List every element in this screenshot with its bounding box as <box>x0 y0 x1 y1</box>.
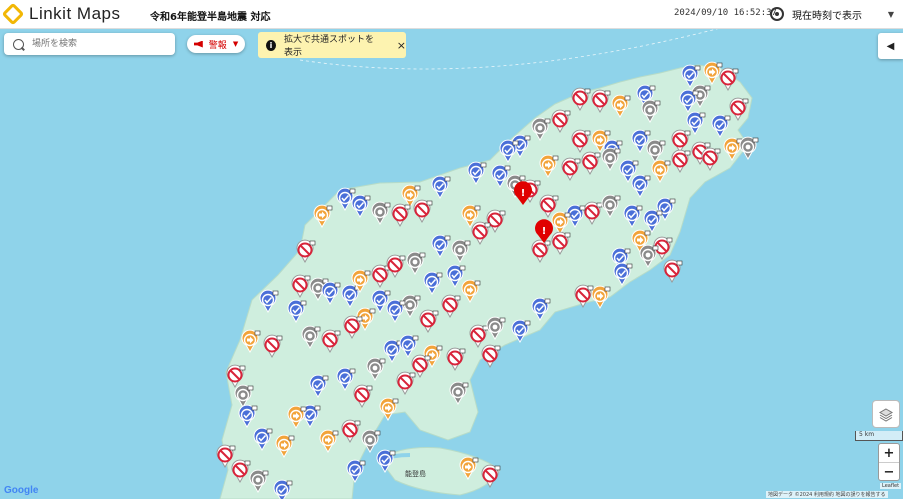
zoom-in-button[interactable]: + <box>879 444 899 463</box>
app-logo[interactable]: Linkit Maps <box>1 2 121 26</box>
event-subtitle: 令和6年能登半島地震 対応 <box>150 12 271 23</box>
zoom-out-button[interactable]: − <box>879 463 899 481</box>
zoom-control: + − <box>878 443 900 481</box>
svg-text:!: ! <box>542 226 547 237</box>
map-attribution[interactable]: 地図データ ©2024 利用規約 地図の誤りを報告する <box>766 491 888 498</box>
zoom-notice: i 拡大で共通スポットを表示 × <box>258 32 406 58</box>
search-icon <box>13 38 24 50</box>
chevron-left-icon: ◀ <box>886 40 895 52</box>
time-select[interactable]: 現在時刻で表示 ▼ <box>770 4 898 24</box>
close-icon[interactable]: × <box>397 39 406 52</box>
top-bar: Linkit Maps 令和6年能登半島地震 対応 2024/09/10 16:… <box>0 0 903 29</box>
caret-down-icon: ▼ <box>232 40 239 48</box>
alert-button-label: 警報 <box>208 40 227 51</box>
layers-icon <box>879 407 893 422</box>
search-box[interactable] <box>4 33 175 55</box>
app-title: Linkit Maps <box>29 4 121 23</box>
notice-text: 拡大で共通スポットを表示 <box>284 35 375 58</box>
time-select-label: 現在時刻で表示 <box>792 10 862 22</box>
panel-toggle-button[interactable]: ◀ <box>878 33 903 59</box>
layers-button[interactable] <box>872 400 900 428</box>
map-canvas[interactable]: !! 能登島 <box>0 29 903 499</box>
island-place-label: 能登島 <box>405 469 426 478</box>
locate-icon <box>770 7 784 21</box>
chevron-down-icon: ▼ <box>887 10 894 19</box>
search-input[interactable] <box>30 38 174 50</box>
google-logo: Google <box>4 485 39 496</box>
map-scale: 5 km <box>855 431 903 441</box>
alert-filter-button[interactable]: 警報 ▼ <box>187 35 245 53</box>
megaphone-icon <box>193 40 203 48</box>
logo-diamond-icon <box>1 2 25 26</box>
current-datetime: 2024/09/10 16:52:37 <box>674 8 777 18</box>
info-icon: i <box>266 39 277 51</box>
leaflet-link[interactable]: Leaflet <box>880 483 902 489</box>
svg-text:!: ! <box>521 188 526 199</box>
